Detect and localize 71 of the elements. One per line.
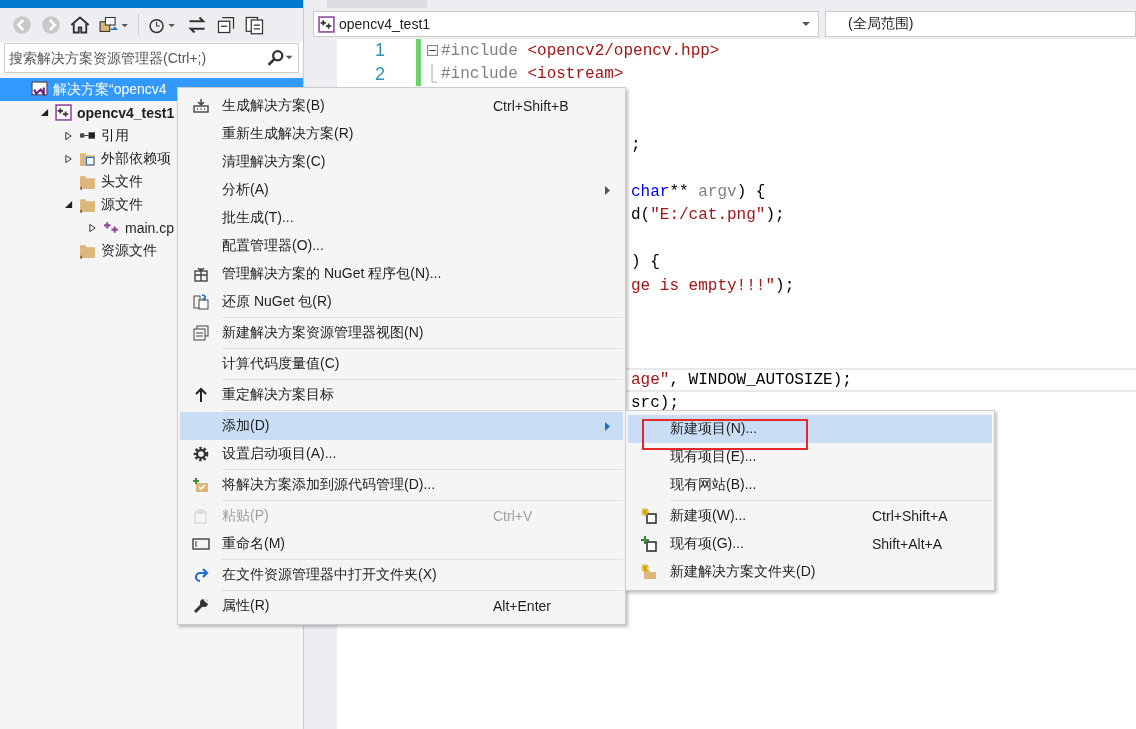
menu-item[interactable]: 新建解决方案文件夹(D) — [628, 558, 992, 586]
project-icon — [55, 104, 72, 121]
settings-icon — [192, 445, 210, 463]
menu-item[interactable]: 批生成(T)... — [180, 204, 623, 232]
folder-icon — [79, 196, 96, 213]
menu-item[interactable]: 清理解决方案(C) — [180, 148, 623, 176]
menu-item[interactable]: 分析(A) — [180, 176, 623, 204]
restore-icon — [193, 294, 209, 310]
menu-item[interactable]: 重定解决方案目标 — [180, 381, 623, 409]
add-item-icon — [641, 536, 657, 552]
folder-icon — [79, 242, 96, 259]
build-icon — [193, 98, 209, 114]
folder-icon — [79, 173, 96, 190]
menu-item[interactable]: 将解决方案添加到源代码管理(D)... — [180, 471, 623, 499]
add-folder-icon — [193, 477, 209, 493]
pages-icon[interactable] — [245, 15, 265, 35]
code-text: #include <iostream> — [441, 65, 624, 84]
search-field[interactable]: 搜索解决方案资源管理器(Ctrl+;) — [4, 43, 299, 73]
line-number: 1 — [375, 40, 385, 61]
expanded-icon[interactable] — [39, 108, 49, 117]
windows-icon — [193, 325, 209, 341]
menu-item[interactable]: 现有项(G)... Shift+Alt+A — [628, 530, 992, 558]
menu-item[interactable]: 属性(R) Alt+Enter — [180, 592, 623, 620]
collapse-icon[interactable] — [216, 15, 236, 35]
menu-item[interactable]: 在文件资源管理器中打开文件夹(X) — [180, 561, 623, 589]
wrench-icon — [193, 598, 209, 614]
menu-item[interactable]: 现有项目(E)... — [628, 443, 992, 471]
redo-arrow-icon — [193, 567, 209, 583]
menu-item[interactable]: 设置启动项目(A)... — [180, 440, 623, 468]
code-text: ; — [631, 135, 641, 154]
code-text: src); — [631, 394, 679, 413]
scope-dropdown[interactable]: (全局范围) — [825, 11, 1136, 37]
new-folder-icon — [641, 564, 657, 580]
up-arrow-icon — [193, 387, 209, 403]
menu-item[interactable]: 新建解决方案资源管理器视图(N) — [180, 319, 623, 347]
project-icon — [318, 15, 335, 33]
cpp-file-icon — [103, 219, 120, 236]
rename-icon — [192, 537, 210, 551]
menu-item[interactable]: 新建项目(N)... — [628, 415, 992, 443]
line-number: 2 — [375, 63, 385, 84]
folder-icon — [79, 150, 96, 167]
project-dropdown[interactable]: opencv4_test1 — [313, 11, 819, 37]
search-icon[interactable] — [267, 50, 293, 66]
collapsed-icon[interactable] — [87, 222, 97, 233]
collapsed-icon[interactable] — [63, 153, 73, 164]
swap-arrows-icon[interactable] — [187, 15, 207, 35]
code-text: age", WINDOW_AUTOSIZE); — [631, 370, 852, 389]
solution-icon — [31, 81, 48, 98]
menu-item[interactable]: 重新生成解决方案(R) — [180, 120, 623, 148]
home-icon[interactable] — [70, 15, 90, 35]
code-text: #include <opencv2/opencv.hpp> — [441, 41, 720, 60]
code-text: d("E:/cat.png"); — [631, 206, 785, 225]
menu-item[interactable]: 管理解决方案的 NuGet 程序包(N)... — [180, 260, 623, 288]
gift-icon — [193, 266, 209, 282]
menu-item[interactable]: 计算代码度量值(C) — [180, 350, 623, 378]
code-text: char** argv) { — [631, 182, 766, 201]
menu-item[interactable]: 新建项(W)... Ctrl+Shift+A — [628, 502, 992, 530]
sync-view-icon[interactable] — [99, 15, 129, 35]
menu-item[interactable]: 重命名(M) — [180, 530, 623, 558]
fold-icon[interactable] — [427, 45, 438, 57]
new-item-icon — [641, 508, 657, 524]
code-text: ge is empty!!!"); — [631, 276, 795, 295]
caret-icon — [802, 22, 810, 26]
expanded-icon[interactable] — [63, 200, 73, 209]
collapsed-icon[interactable] — [63, 130, 73, 141]
menu-item[interactable]: 现有网站(B)... — [628, 471, 992, 499]
paste-icon — [193, 508, 209, 524]
menu-item[interactable]: 还原 NuGet 包(R) — [180, 288, 623, 316]
code-text: ) { — [631, 253, 660, 272]
menu-item[interactable]: 添加(D) — [180, 412, 623, 440]
menu-item[interactable]: 配置管理器(O)... — [180, 232, 623, 260]
